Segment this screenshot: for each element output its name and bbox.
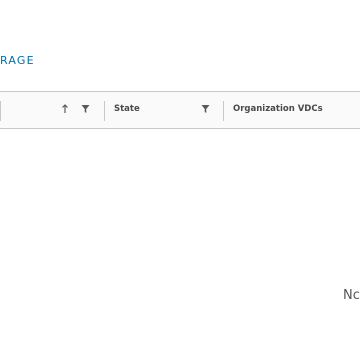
column-separator xyxy=(104,101,105,121)
filter-icon[interactable] xyxy=(80,103,90,115)
column-header-organization-vdcs[interactable]: Organization VDCs xyxy=(233,104,323,114)
column-separator xyxy=(0,101,1,121)
page: RAGE State Organization VDCs Nc xyxy=(0,0,360,360)
section-title: RAGE xyxy=(0,54,35,67)
column-header-state[interactable]: State xyxy=(114,104,140,114)
datagrid-header: State Organization VDCs xyxy=(0,91,360,129)
column-separator xyxy=(223,101,224,121)
empty-state-message: Nc xyxy=(343,288,360,303)
sort-arrow-up-icon[interactable] xyxy=(60,103,70,115)
filter-icon[interactable] xyxy=(200,103,210,115)
